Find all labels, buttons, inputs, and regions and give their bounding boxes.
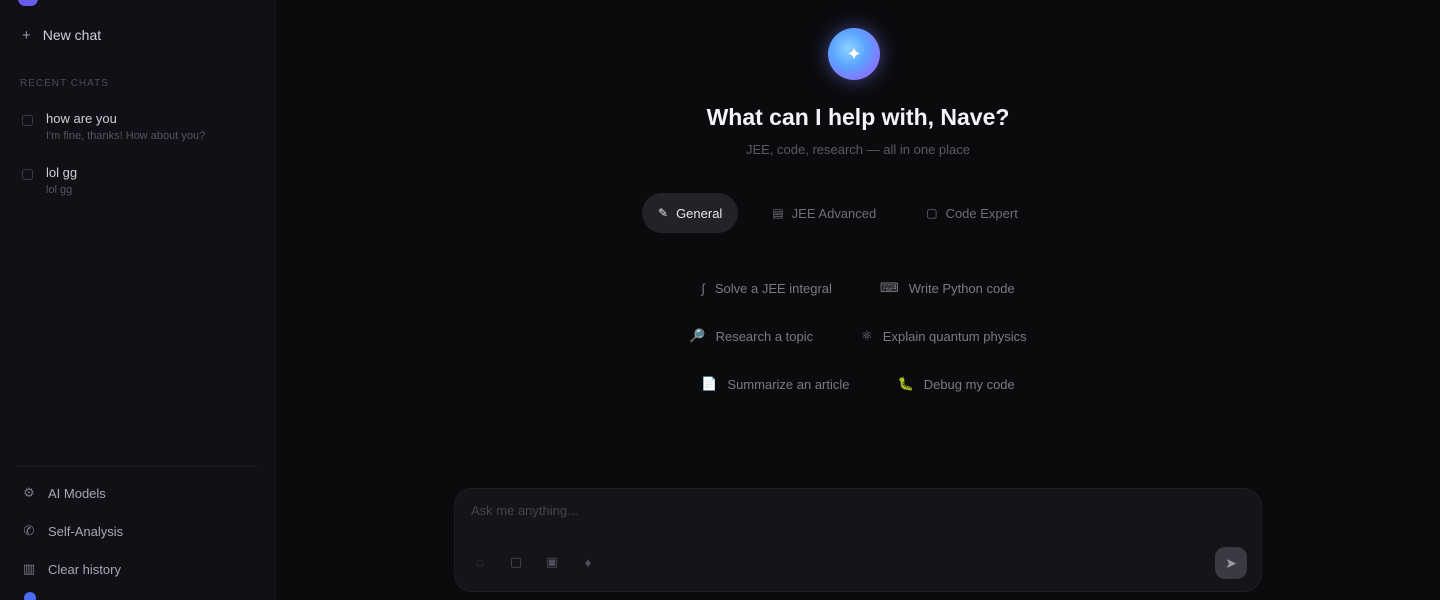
tab-code-expert[interactable]: ▢ Code Expert — [910, 193, 1034, 233]
user-avatar[interactable] — [24, 592, 36, 600]
suggestion-jee-integral[interactable]: ∫ Solve a JEE integral — [697, 272, 836, 304]
suggestion-summarize-article[interactable]: 📄 Summarize an article — [697, 368, 853, 400]
integral-icon: ∫ — [701, 280, 705, 296]
bug-icon: 🐛 — [897, 376, 914, 391]
tab-label: Code Expert — [945, 205, 1018, 221]
message-composer: ◌ ▢ ▣ ♦ ➤ — [454, 488, 1262, 592]
sparkle-icon: ✦ — [846, 43, 862, 64]
book-icon: ▤ — [772, 206, 784, 220]
suggestion-python-code[interactable]: ⌨ Write Python code — [876, 272, 1019, 304]
new-chat-button[interactable]: + New chat — [16, 22, 256, 48]
chat-title: lol gg — [46, 165, 78, 180]
mic-icon[interactable]: ♦ — [579, 553, 597, 571]
chat-item[interactable]: how are you I'm fine, thanks! How about … — [16, 110, 256, 152]
chat-icon — [22, 115, 33, 126]
chat-item[interactable]: lol gg lol gg — [16, 164, 256, 206]
plus-icon: + — [22, 26, 31, 44]
code-icon: ▢ — [926, 206, 938, 220]
tab-label: JEE Advanced — [791, 205, 877, 221]
suggestion-debug-code[interactable]: 🐛 Debug my code — [894, 368, 1019, 400]
sidebar-item-label: AI Models — [48, 485, 106, 501]
logo — [18, 0, 38, 6]
sidebar-item-clear-history[interactable]: ▥ Clear history — [16, 556, 256, 582]
camera-icon[interactable]: ▣ — [543, 553, 561, 571]
page-title: What can I help with, Nave? — [706, 104, 1010, 130]
chat-title: how are you — [46, 111, 117, 126]
main-panel: ✦ What can I help with, Nave? JEE, code,… — [276, 0, 1440, 600]
cpu-icon: ⚙ — [23, 485, 35, 500]
suggestion-label: Explain quantum physics — [882, 328, 1027, 344]
page-subtitle: JEE, code, research — all in one place — [745, 142, 970, 157]
tab-label: General — [676, 205, 723, 221]
mode-tabs: ✎ General ▤ JEE Advanced ▢ Code Expert — [642, 193, 1034, 233]
attach-icon[interactable]: ◌ — [471, 553, 489, 571]
suggestion-label: Write Python code — [908, 280, 1015, 296]
keyboard-icon: ⌨ — [879, 280, 899, 295]
pencil-icon: ✎ — [658, 206, 669, 220]
magnifier-icon: 🔎 — [689, 328, 706, 343]
atom-icon: ⚛ — [861, 328, 873, 343]
chat-preview: I'm fine, thanks! How about you? — [46, 130, 206, 142]
chat-icon — [22, 169, 33, 180]
sidebar-divider — [16, 466, 259, 467]
suggestion-label: Summarize an article — [727, 376, 850, 392]
app-root: + New chat Recent Chats how are you I'm … — [0, 0, 1440, 600]
suggestion-label: Research a topic — [715, 328, 814, 344]
suggestion-research-topic[interactable]: 🔎 Research a topic — [685, 320, 817, 352]
sidebar-item-label: Self-Analysis — [48, 523, 124, 539]
suggestion-row: 🔎 Research a topic ⚛ Explain quantum phy… — [685, 320, 1030, 352]
sidebar-item-ai-models[interactable]: ⚙ AI Models — [16, 480, 256, 506]
sidebar-item-self-analysis[interactable]: ✆ Self-Analysis — [16, 518, 256, 544]
composer-tools: ◌ ▢ ▣ ♦ — [471, 553, 597, 571]
suggestion-label: Debug my code — [923, 376, 1015, 392]
send-button[interactable]: ➤ — [1215, 547, 1247, 579]
recent-chats-heading: Recent Chats — [20, 78, 109, 89]
image-icon[interactable]: ▢ — [507, 553, 525, 571]
document-icon: 📄 — [701, 376, 718, 391]
sidebar-item-label: Clear history — [48, 561, 121, 577]
chat-preview: lol gg — [46, 184, 73, 196]
suggestion-list: ∫ Solve a JEE integral ⌨ Write Python co… — [276, 272, 1440, 400]
phone-icon: ✆ — [23, 523, 35, 538]
suggestion-quantum-physics[interactable]: ⚛ Explain quantum physics — [857, 320, 1030, 352]
send-icon: ➤ — [1225, 554, 1237, 571]
suggestion-row: ∫ Solve a JEE integral ⌨ Write Python co… — [697, 272, 1018, 304]
message-input[interactable] — [471, 503, 1171, 518]
assistant-orb-icon: ✦ — [828, 28, 880, 80]
tab-general[interactable]: ✎ General — [642, 193, 739, 233]
tab-jee-advanced[interactable]: ▤ JEE Advanced — [756, 193, 892, 233]
suggestion-row: 📄 Summarize an article 🐛 Debug my code — [697, 368, 1019, 400]
trash-icon: ▥ — [22, 561, 36, 576]
sidebar: + New chat Recent Chats how are you I'm … — [0, 0, 276, 600]
new-chat-label: New chat — [42, 27, 102, 43]
suggestion-label: Solve a JEE integral — [714, 280, 832, 296]
